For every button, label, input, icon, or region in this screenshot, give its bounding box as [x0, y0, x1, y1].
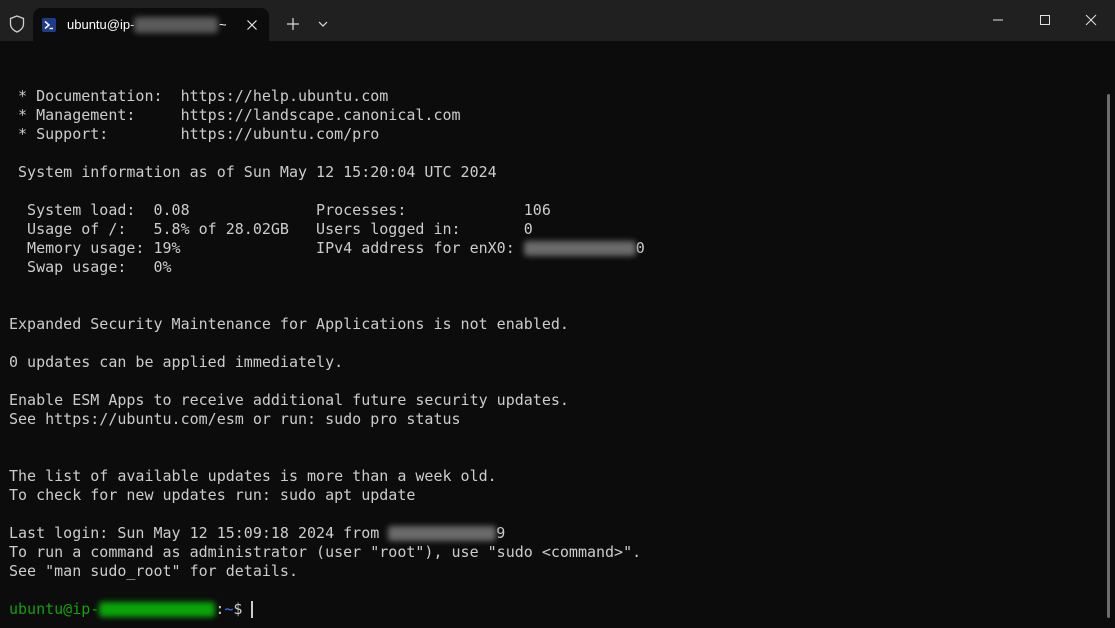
sudo-hint-line: To run a command as administrator (user …: [9, 543, 642, 561]
title-bar[interactable]: ubuntu@ip- ~: [0, 0, 1115, 41]
esm-apps-line: Enable ESM Apps to receive additional fu…: [9, 391, 569, 409]
memory-usage-line: Memory usage: 19% IPv4 address for enX0:…: [9, 239, 645, 258]
prompt-user: ubuntu@ip-: [9, 600, 100, 618]
last-login-line: Last login: Sun May 12 15:09:18 2024 fro…: [9, 524, 505, 543]
motd-documentation: * Documentation: https://help.ubuntu.com: [9, 87, 389, 105]
terminal-output[interactable]: * Documentation: https://help.ubuntu.com…: [0, 41, 1115, 628]
chevron-down-icon[interactable]: [313, 14, 333, 34]
esm-status-line: Expanded Security Maintenance for Applic…: [9, 315, 569, 333]
minimize-icon[interactable]: [988, 10, 1008, 30]
shield-icon: [9, 15, 25, 33]
terminal-window: ubuntu@ip- ~ * Documentation: https://he…: [0, 0, 1115, 628]
motd-management: * Management: https://landscape.canonica…: [9, 106, 461, 124]
shell-prompt[interactable]: ubuntu@ip-:~$: [9, 600, 254, 619]
update-list-old-line: The list of available updates is more th…: [9, 467, 497, 485]
maximize-icon[interactable]: [1035, 10, 1055, 30]
redacted-ip: [523, 241, 636, 256]
prompt-separator: :: [215, 600, 225, 618]
tab-title: ubuntu@ip-: [67, 17, 135, 32]
redacted-hostname: [99, 602, 216, 617]
tab-ubuntu[interactable]: ubuntu@ip- ~: [33, 8, 269, 41]
tab-title-suffix: ~: [219, 17, 227, 32]
ipv4-tail: 0: [635, 239, 645, 257]
login-ip-tail: 9: [496, 524, 506, 542]
apt-update-hint-line: To check for new updates run: sudo apt u…: [9, 486, 416, 504]
system-load-line: System load: 0.08 Processes: 106: [9, 201, 551, 219]
text-cursor: [251, 601, 254, 618]
close-icon[interactable]: [1081, 10, 1101, 30]
sudo-root-line: See "man sudo_root" for details.: [9, 562, 298, 580]
swap-usage-line: Swap usage: 0%: [9, 258, 172, 276]
close-icon[interactable]: [243, 16, 261, 34]
usage-line: Usage of /: 5.8% of 28.02GB Users logged…: [9, 220, 533, 238]
updates-line: 0 updates can be applied immediately.: [9, 353, 344, 371]
redacted-ip: [388, 526, 497, 541]
redacted-hostname: [134, 17, 218, 33]
prompt-symbol: $: [233, 600, 243, 618]
memory-usage-text: Memory usage: 19% IPv4 address for enX0:: [9, 239, 524, 257]
plus-icon[interactable]: [283, 14, 303, 34]
system-info-header: System information as of Sun May 12 15:2…: [9, 163, 497, 181]
last-login-text: Last login: Sun May 12 15:09:18 2024 fro…: [9, 524, 389, 542]
powershell-icon: [42, 18, 56, 32]
motd-support: * Support: https://ubuntu.com/pro: [9, 125, 380, 143]
esm-url-line: See https://ubuntu.com/esm or run: sudo …: [9, 410, 461, 428]
scrollbar[interactable]: [1107, 94, 1110, 618]
